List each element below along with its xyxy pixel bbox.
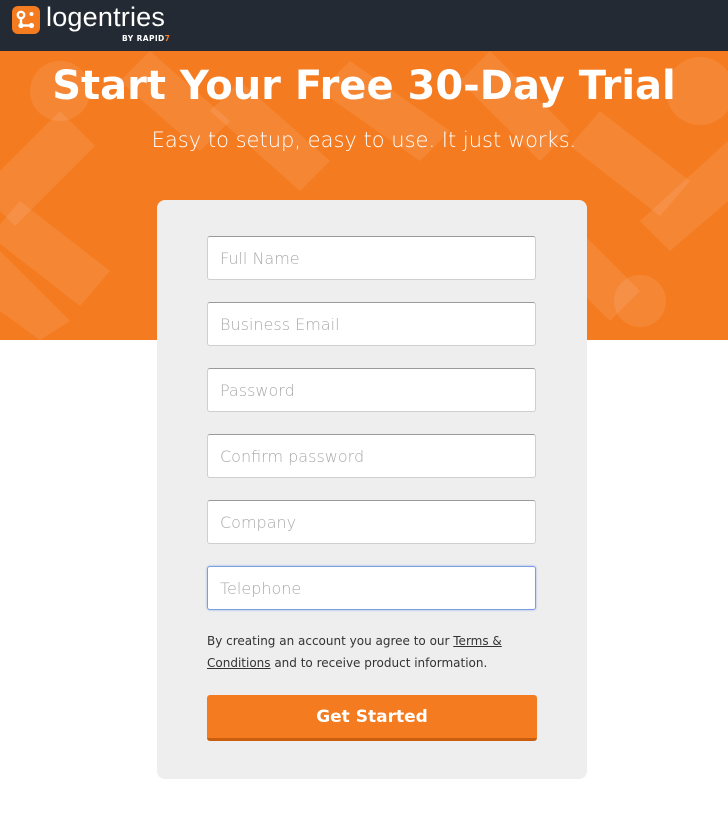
terms-consent-text: By creating an account you agree to our … xyxy=(207,630,547,674)
brand-byline: BY RAPID7 xyxy=(122,34,170,43)
signup-form-card: By creating an account you agree to our … xyxy=(157,200,587,779)
full-name-input[interactable] xyxy=(207,236,536,280)
page-title: Start Your Free 30-Day Trial xyxy=(52,63,676,109)
brand-byline-prefix: BY xyxy=(122,34,134,43)
company-input[interactable] xyxy=(207,500,536,544)
top-navigation-bar: logentries BY RAPID7 xyxy=(0,0,728,51)
brand-byline-mark: 7 xyxy=(164,34,171,43)
brand-byline-company: RAPID xyxy=(136,34,165,43)
telephone-input[interactable] xyxy=(207,566,536,610)
business-email-input[interactable] xyxy=(207,302,536,346)
confirm-password-input[interactable] xyxy=(207,434,536,478)
password-input[interactable] xyxy=(207,368,536,412)
consent-suffix: and to receive product information. xyxy=(270,656,488,670)
logentries-logo-icon[interactable] xyxy=(12,6,40,34)
brand-name[interactable]: logentries xyxy=(46,2,165,33)
page-subtitle: Easy to setup, easy to use. It just work… xyxy=(151,128,577,152)
consent-prefix: By creating an account you agree to our xyxy=(207,634,454,648)
get-started-button[interactable]: Get Started xyxy=(207,695,537,741)
